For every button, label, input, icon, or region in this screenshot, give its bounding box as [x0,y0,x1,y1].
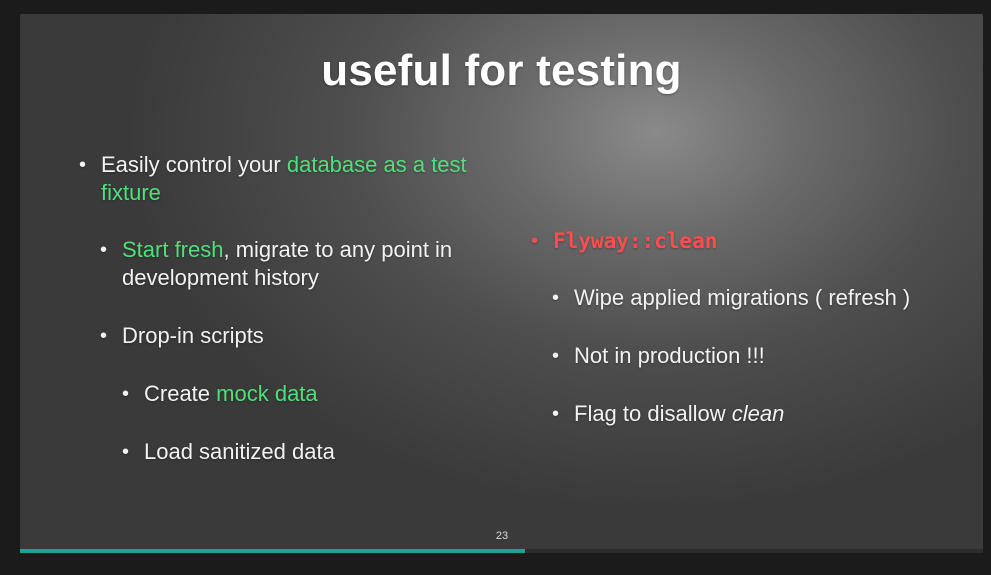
slide-title: useful for testing [321,46,682,95]
item-text-line2: development history [122,265,319,290]
page-number: 23 [495,530,509,542]
bullet-item-mock-data: • Create mock data [122,380,544,408]
bullet-dot: • [79,154,87,176]
slide-progress-fill [20,549,525,553]
item-text: , migrate to any point in [223,237,453,262]
item-highlight: database as a test [286,152,467,177]
bullet-item-database-fixture: • Easily control your database as a test… [79,151,541,207]
item-emphasis: clean [731,401,785,426]
item-text: Drop-in scripts [122,323,264,348]
item-text-line2: fixture [101,180,161,205]
bullet-dot: • [122,383,130,405]
item-text: Easily control your [101,152,287,177]
bullet-item-wipe-migrations: • Wipe applied migrations ( refresh ) [552,284,974,312]
bullet-item-drop-in-scripts: • Drop-in scripts [100,322,542,350]
item-text: Not in production !!! [574,343,765,368]
code-heading: Flyway::clean [553,229,718,253]
bullet-item-not-in-production: • Not in production !!! [552,342,974,370]
item-highlight: Start fresh [122,237,224,262]
item-text: Wipe applied migrations ( refresh ) [574,285,911,310]
item-text: Flag to disallow [574,401,732,426]
item-text: Create [144,381,217,406]
bullet-item-disallow-clean: • Flag to disallow clean [552,400,974,428]
bullet-dot: • [552,287,560,309]
bullet-dot: • [552,403,560,425]
slide-progress-bar[interactable] [20,549,983,553]
item-text: Load sanitized data [144,439,335,464]
bullet-dot: • [531,230,539,252]
presentation-window: useful for testing • Easily control your… [0,0,991,575]
bullet-dot: • [100,239,108,261]
slide: useful for testing • Easily control your… [20,14,983,553]
bullet-dot: • [122,441,130,463]
bullet-dot: • [552,345,560,367]
bullet-item-flyway-clean: • Flyway::clean [531,227,973,255]
bullet-dot: • [100,325,108,347]
bullet-item-start-fresh: • Start fresh, migrate to any point in d… [100,236,542,292]
item-highlight: mock data [216,381,318,406]
bullet-item-sanitized-data: • Load sanitized data [122,438,544,466]
